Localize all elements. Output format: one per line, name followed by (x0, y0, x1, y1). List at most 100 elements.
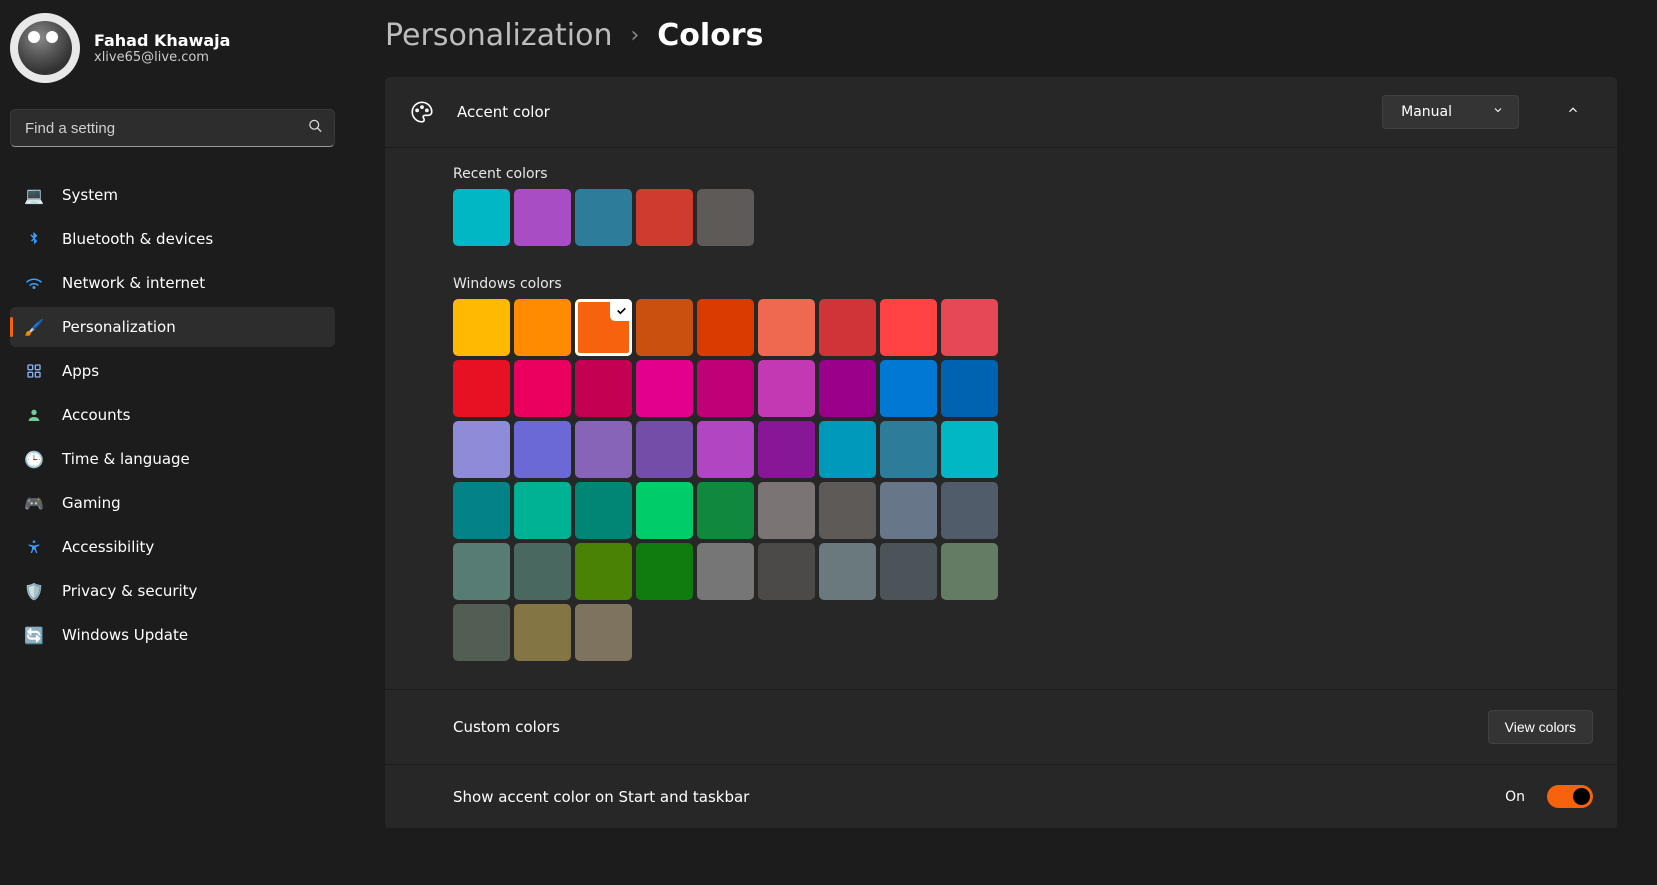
windows-color-swatch[interactable] (819, 543, 876, 600)
sidebar-item-apps[interactable]: Apps (10, 351, 335, 391)
windows-color-swatch[interactable] (941, 299, 998, 356)
sidebar-item-time[interactable]: 🕒Time & language (10, 439, 335, 479)
windows-color-swatch[interactable] (453, 299, 510, 356)
windows-color-swatch[interactable] (819, 299, 876, 356)
breadcrumb-parent[interactable]: Personalization (385, 18, 612, 53)
windows-color-swatch[interactable] (697, 543, 754, 600)
windows-color-swatch[interactable] (880, 543, 937, 600)
accent-color-title: Accent color (457, 103, 1360, 121)
windows-color-swatch[interactable] (575, 360, 632, 417)
windows-color-swatch[interactable] (575, 604, 632, 661)
windows-color-swatch[interactable] (514, 604, 571, 661)
recent-color-swatch[interactable] (575, 189, 632, 246)
sidebar-item-label: Windows Update (62, 626, 188, 644)
sidebar-item-personalization[interactable]: 🖌️ Personalization (10, 307, 335, 347)
windows-color-swatch[interactable] (636, 360, 693, 417)
accessibility-icon (24, 537, 44, 557)
sidebar-item-accessibility[interactable]: Accessibility (10, 527, 335, 567)
windows-color-swatch[interactable] (880, 421, 937, 478)
user-profile[interactable]: Fahad Khawaja xlive65@live.com (10, 13, 335, 83)
view-colors-button[interactable]: View colors (1488, 710, 1593, 744)
sidebar-item-privacy[interactable]: 🛡️Privacy & security (10, 571, 335, 611)
recent-color-swatch[interactable] (636, 189, 693, 246)
bluetooth-icon (24, 229, 44, 249)
accent-color-card: Accent color Manual Recent colors Window… (385, 77, 1617, 829)
windows-color-swatch[interactable] (636, 421, 693, 478)
search-input[interactable] (10, 109, 335, 147)
windows-color-swatch[interactable] (575, 482, 632, 539)
windows-color-swatch[interactable] (758, 360, 815, 417)
windows-color-swatch[interactable] (453, 543, 510, 600)
windows-color-swatch[interactable] (758, 482, 815, 539)
windows-color-swatch[interactable] (575, 421, 632, 478)
sidebar-item-label: Apps (62, 362, 99, 380)
windows-color-swatch[interactable] (453, 482, 510, 539)
start-taskbar-toggle[interactable] (1547, 785, 1593, 808)
sidebar-item-bluetooth[interactable]: Bluetooth & devices (10, 219, 335, 259)
collapse-button[interactable] (1553, 93, 1593, 131)
sidebar-item-accounts[interactable]: Accounts (10, 395, 335, 435)
gaming-icon: 🎮 (24, 493, 44, 513)
network-icon (24, 273, 44, 293)
sidebar-item-gaming[interactable]: 🎮 Gaming (10, 483, 335, 523)
sidebar-item-label: System (62, 186, 118, 204)
sidebar-item-label: Gaming (62, 494, 121, 512)
windows-color-swatch[interactable] (941, 421, 998, 478)
sidebar-item-network[interactable]: Network & internet (10, 263, 335, 303)
windows-color-swatch[interactable] (697, 360, 754, 417)
sidebar-item-system[interactable]: 💻System (10, 175, 335, 215)
user-email: xlive65@live.com (94, 50, 230, 65)
windows-color-swatch[interactable] (941, 482, 998, 539)
sidebar-item-label: Personalization (62, 318, 176, 336)
windows-color-swatch[interactable] (880, 299, 937, 356)
windows-color-swatch[interactable] (514, 299, 571, 356)
windows-color-swatch[interactable] (453, 360, 510, 417)
windows-color-swatch[interactable] (453, 604, 510, 661)
windows-color-swatch[interactable] (819, 482, 876, 539)
windows-color-swatch[interactable] (636, 543, 693, 600)
windows-color-swatch[interactable] (819, 360, 876, 417)
windows-color-swatch[interactable] (453, 421, 510, 478)
windows-color-swatch[interactable] (514, 482, 571, 539)
windows-color-swatch[interactable] (575, 543, 632, 600)
windows-color-swatch[interactable] (697, 421, 754, 478)
custom-colors-row: Custom colors View colors (385, 690, 1617, 765)
time-icon: 🕒 (24, 449, 44, 469)
windows-color-swatch[interactable] (941, 543, 998, 600)
recent-color-swatch[interactable] (514, 189, 571, 246)
recent-color-swatch[interactable] (453, 189, 510, 246)
windows-colors-label: Windows colors (453, 276, 1593, 292)
palette-icon (409, 99, 435, 125)
windows-color-swatch[interactable] (819, 421, 876, 478)
windows-color-swatch[interactable] (636, 299, 693, 356)
windows-color-swatch[interactable] (636, 482, 693, 539)
recent-colors-section: Recent colors Windows colors (385, 148, 1617, 690)
windows-color-swatch[interactable] (514, 543, 571, 600)
update-icon: 🔄 (24, 625, 44, 645)
windows-color-swatch[interactable] (880, 482, 937, 539)
windows-color-swatch[interactable] (514, 360, 571, 417)
windows-color-swatch[interactable] (758, 421, 815, 478)
avatar (10, 13, 80, 83)
search-container (10, 109, 335, 147)
windows-color-swatch[interactable] (697, 299, 754, 356)
sidebar-item-label: Bluetooth & devices (62, 230, 213, 248)
windows-color-swatch[interactable] (758, 543, 815, 600)
accent-color-header[interactable]: Accent color Manual (385, 77, 1617, 148)
privacy-icon: 🛡️ (24, 581, 44, 601)
windows-color-swatch[interactable] (941, 360, 998, 417)
windows-color-swatch[interactable] (514, 421, 571, 478)
accounts-icon (24, 405, 44, 425)
sidebar-item-update[interactable]: 🔄 Windows Update (10, 615, 335, 655)
windows-color-swatch[interactable] (697, 482, 754, 539)
chevron-down-icon (1492, 104, 1504, 120)
personalization-icon: 🖌️ (24, 317, 44, 337)
recent-color-swatch[interactable] (697, 189, 754, 246)
start-taskbar-row: Show accent color on Start and taskbar O… (385, 765, 1617, 829)
accent-mode-select[interactable]: Manual (1382, 95, 1519, 129)
windows-color-swatch[interactable] (575, 299, 632, 356)
windows-color-swatch[interactable] (758, 299, 815, 356)
user-name: Fahad Khawaja (94, 31, 230, 50)
windows-color-swatch[interactable] (880, 360, 937, 417)
recent-colors-row (453, 189, 1013, 246)
